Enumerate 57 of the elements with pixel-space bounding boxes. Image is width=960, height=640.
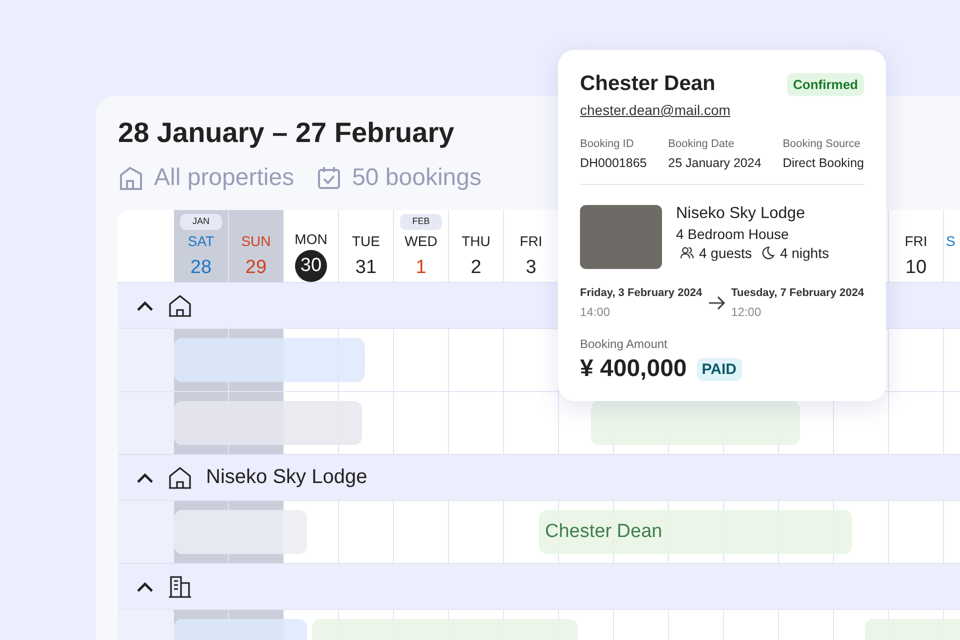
weekday-label: SUN: [241, 232, 271, 250]
chevron-icon[interactable]: [136, 300, 154, 312]
detail-value: Direct Booking: [782, 156, 864, 170]
weekday-label: S: [946, 232, 956, 250]
check-out-time: 12:00: [731, 305, 762, 319]
date-number: 3: [524, 256, 538, 280]
property-type: 4 Bedroom House: [676, 226, 790, 242]
check-in-time: 14:00: [580, 305, 612, 319]
date-number: 31: [354, 256, 378, 280]
house-icon: [168, 466, 192, 490]
check-in-date: Friday, 3 February 2024: [580, 287, 702, 299]
check-out-date: Tuesday, 7 February 2024: [731, 287, 864, 299]
today-date: 30: [295, 250, 327, 282]
date-number: 2: [470, 256, 482, 280]
guests-icon: [680, 246, 694, 260]
nights-count: 4 nights: [780, 245, 829, 261]
detail-label: Booking Source: [782, 138, 862, 150]
arrow-right-icon: [708, 295, 726, 311]
weekday-label: SAT: [188, 232, 214, 250]
property-name: Niseko Sky Lodge: [206, 466, 368, 489]
date-number: 10: [904, 256, 928, 280]
guests-count: 4 guests: [699, 245, 752, 261]
properties-filter[interactable]: All properties: [154, 164, 294, 192]
weekday-label: THU: [462, 232, 490, 250]
detail-label: Booking ID: [580, 138, 635, 150]
booking-bar[interactable]: [174, 510, 307, 554]
weekday-label: FRI: [904, 232, 928, 250]
detail-value: DH0001865: [580, 156, 647, 170]
booking-bar[interactable]: [174, 338, 365, 382]
booking-bar[interactable]: [591, 401, 800, 445]
payment-badge: PAID: [696, 358, 742, 380]
detail-label: Booking Date: [668, 138, 736, 150]
weekday-label: FRI: [520, 232, 542, 250]
weekday-label: WED: [404, 232, 438, 250]
email-link[interactable]: chester.dean@mail.com: [580, 102, 730, 118]
weekday-label: MON: [294, 230, 328, 248]
month-badge: FEB: [400, 214, 442, 230]
moon-icon: [760, 246, 775, 260]
date-number: 1: [414, 256, 428, 280]
detail-value: 25 January 2024: [668, 156, 762, 170]
booking-bar[interactable]: Chester Dean: [539, 510, 852, 554]
house-icon: [168, 294, 192, 318]
chevron-icon[interactable]: [136, 472, 154, 484]
property-name: Niseko Sky Lodge: [676, 205, 806, 223]
guest-name: Chester Dean: [580, 72, 716, 96]
bookings-count: 50 bookings: [352, 164, 482, 192]
booking-amount: ¥ 400,000: [580, 355, 687, 383]
weekday-label: TUE: [352, 232, 380, 250]
status-badge: Confirmed: [787, 72, 864, 96]
date-range-title: 28 January – 27 February: [118, 116, 454, 150]
chevron-icon[interactable]: [136, 580, 154, 592]
date-number: 29: [244, 256, 268, 280]
booking-bar[interactable]: [174, 401, 362, 445]
month-badge: JAN: [180, 214, 222, 230]
calendar-check-icon: [316, 165, 342, 191]
amount-label: Booking Amount: [580, 337, 668, 351]
date-number: 28: [189, 256, 213, 280]
